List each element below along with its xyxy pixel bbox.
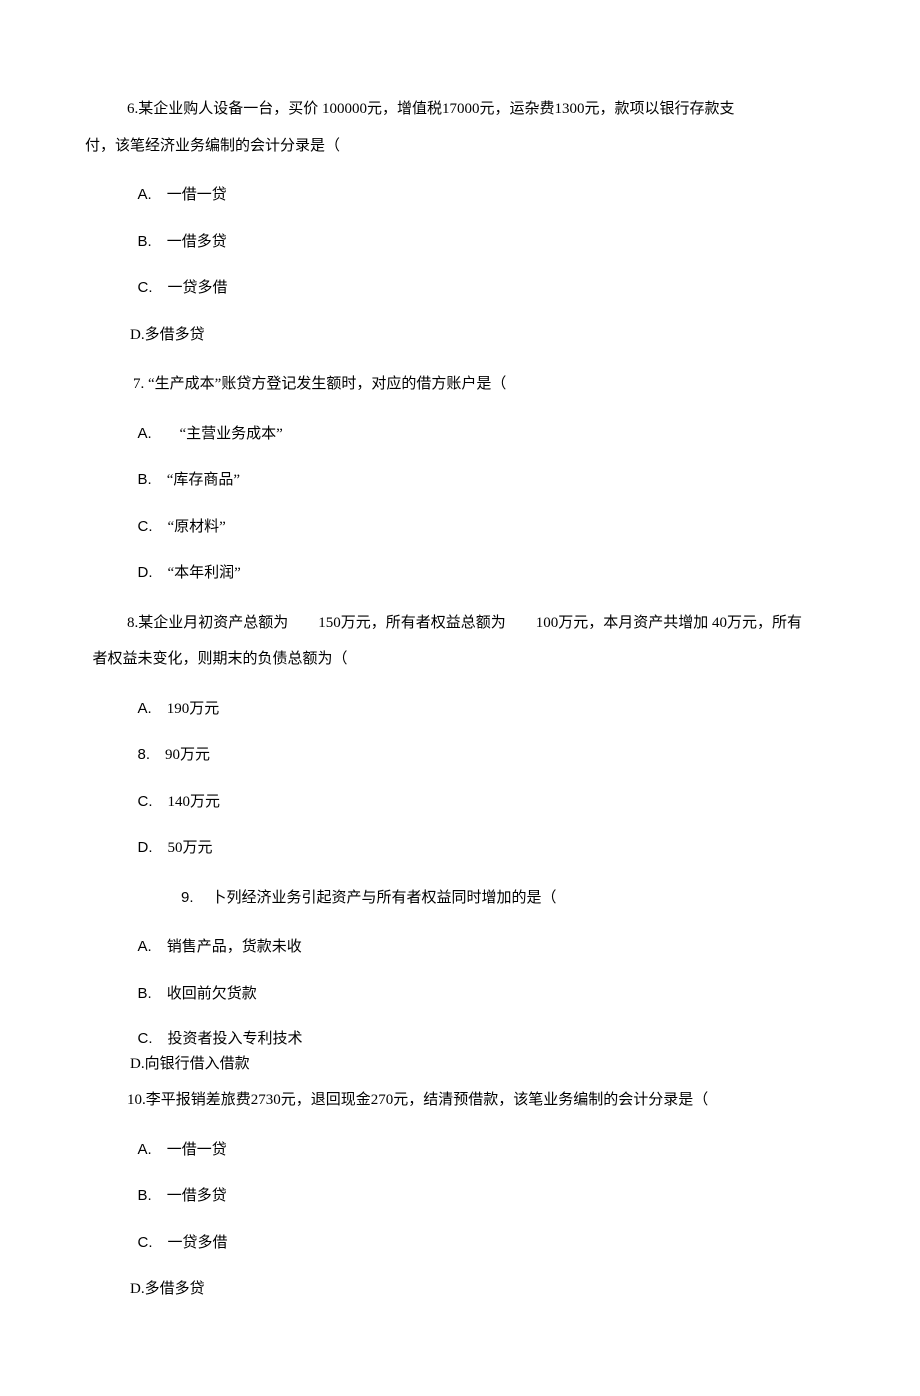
label-a: A. (138, 927, 152, 968)
label-c: C. (138, 1223, 153, 1264)
q9-option-c: C. 投资者投入专利技术 (138, 1028, 836, 1051)
label-a: A. (138, 1130, 152, 1171)
question-10: 10.李平报销差旅费2730元，退回现金270元，结清预借款，该笔业务编制的会计… (85, 1077, 835, 1310)
q8-d-text: 50万元 (168, 840, 213, 856)
q9-d-text: D.向银行借入借款 (130, 1056, 250, 1072)
q8-stem-1a: 8.某企业月初资产总额为 (127, 615, 288, 631)
label-d: D. (138, 553, 153, 594)
q7-option-a: A. “主营业务成本” (138, 414, 836, 455)
q8-a-text: 190万元 (167, 701, 220, 717)
q8-option-a: A. 190万元 (138, 689, 836, 730)
q7-stem: 7. “生产成本”账贷方登记发生额时，对应的借方账户是（ (85, 361, 835, 408)
q10-a-text: 一借一贷 (167, 1142, 227, 1158)
label-b: B. (138, 1176, 152, 1217)
q9-b-text: 收回前欠货款 (167, 986, 257, 1002)
q6-c-text: 一贷多借 (168, 280, 228, 296)
label-c: C. (138, 268, 153, 309)
q6-b-text: 一借多贷 (167, 234, 227, 250)
q6-option-c: C. 一贷多借 (138, 268, 836, 309)
label-8b: 8. (138, 735, 151, 776)
label-c: C. (138, 782, 153, 823)
q10-option-b: B. 一借多贷 (138, 1176, 836, 1217)
q9-label: 9. (133, 875, 194, 922)
label-c: C. (138, 1028, 153, 1051)
question-6: 6.某企业购人设备一台，买价 100000元，增值税17000元，运杂费1300… (85, 86, 835, 355)
question-8: 8.某企业月初资产总额为 150万元，所有者权益总额为 100万元，本月资产共增加 … (85, 600, 835, 869)
q8-c-text: 140万元 (168, 794, 221, 810)
question-7: 7. “生产成本”账贷方登记发生额时，对应的借方账户是（ A. “主营业务成本”… (85, 361, 835, 594)
q8-option-d: D. 50万元 (138, 828, 836, 869)
label-c: C. (138, 507, 153, 548)
q9-c-text: 投资者投入专利技术 (168, 1031, 303, 1047)
q9-stem: 9. 卜列经济业务引起资产与所有者权益同时增加的是（ (85, 875, 835, 922)
q6-a-text: 一借一贷 (167, 187, 227, 203)
q9-a-text: 销售产品，货款未收 (167, 939, 302, 955)
label-a: A. (138, 414, 152, 455)
label-b: B. (138, 222, 152, 263)
q6-d-text: D.多借多贷 (130, 327, 205, 343)
q9-option-a: A. 销售产品，货款未收 (138, 927, 836, 968)
q8-stem-1b: 150万元，所有者权益总额为 (318, 615, 506, 631)
q10-option-a: A. 一借一贷 (138, 1130, 836, 1171)
q8-option-c: C. 140万元 (138, 782, 836, 823)
q10-option-c: C. 一贷多借 (138, 1223, 836, 1264)
q10-stem: 10.李平报销差旅费2730元，退回现金270元，结清预借款，该笔业务编制的会计… (85, 1077, 835, 1124)
q7-d-text: “本年利润” (168, 565, 241, 581)
q9-stem-text: 卜列经济业务引起资产与所有者权益同时增加的是（ (212, 890, 557, 906)
q9-option-d: D.向银行借入借款 (130, 1053, 835, 1076)
q7-option-c: C. “原材料” (138, 507, 836, 548)
q8-option-b: 8. 90万元 (138, 735, 836, 776)
q7-option-b: B. “库存商品” (138, 460, 836, 501)
q10-c-text: 一贷多借 (168, 1235, 228, 1251)
q7-a-text: “主营业务成本” (176, 426, 283, 442)
q8-b-text: 90万元 (165, 747, 210, 763)
q7-b-text: “库存商品” (167, 472, 240, 488)
label-d: D. (138, 828, 153, 869)
q8-stem-1c: 100万元，本月资产共增加 40万元，所有 (536, 615, 802, 631)
label-b: B. (138, 460, 152, 501)
q7-option-d: D. “本年利润” (138, 553, 836, 594)
q7-c-text: “原材料” (168, 519, 226, 535)
q10-d-text: D.多借多贷 (130, 1281, 205, 1297)
q10-option-d: D.多借多贷 (130, 1269, 835, 1310)
label-a: A. (138, 175, 152, 216)
label-b: B. (138, 974, 152, 1015)
question-9: 9. 卜列经济业务引起资产与所有者权益同时增加的是（ A. 销售产品，货款未收 B.… (85, 875, 835, 1076)
q9-option-b: B. 收回前欠货款 (138, 974, 836, 1015)
q6-option-d: D.多借多贷 (130, 315, 835, 356)
q6-option-a: A. 一借一贷 (138, 175, 836, 216)
q6-option-b: B. 一借多贷 (138, 222, 836, 263)
q10-b-text: 一借多贷 (167, 1188, 227, 1204)
label-a: A. (138, 689, 152, 730)
